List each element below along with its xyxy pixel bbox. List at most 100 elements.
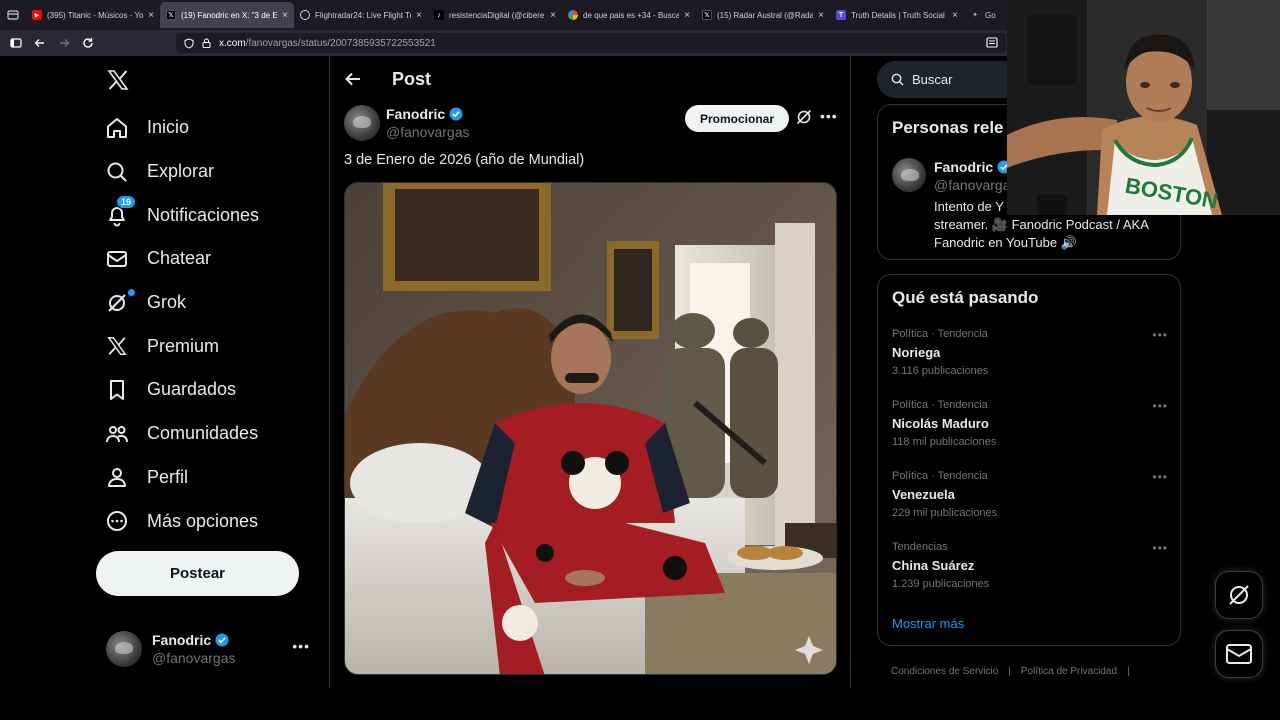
sidebar-item-chatear[interactable]: Chatear — [104, 237, 259, 281]
sidebar-item-mas-opciones[interactable]: Más opciones — [104, 499, 259, 543]
x-logo-icon[interactable] — [106, 68, 132, 94]
page-title: Post — [392, 68, 432, 89]
notification-count-badge: 19 — [116, 195, 137, 210]
grok-fab-button[interactable] — [1215, 571, 1263, 619]
tab-title: (395) Titanic - Músicos - Yo — [47, 10, 144, 20]
close-tab-icon[interactable]: × — [282, 10, 288, 21]
browser-tab[interactable]: T Truth Details | Truth Social × — [830, 2, 964, 28]
search-input[interactable]: Buscar — [877, 61, 1027, 98]
trend-meta: Política · Tendencia — [892, 399, 988, 411]
gemini-icon: ✦ — [972, 12, 978, 19]
panel-title: Personas rele — [892, 118, 1004, 137]
close-tab-icon[interactable]: × — [818, 10, 824, 21]
trend-meta: Política · Tendencia — [892, 470, 988, 482]
tab-strip: ▶ (395) Titanic - Músicos - Yo × 𝕏 (19) Fano… — [26, 0, 1004, 30]
sidebar-item-notificaciones[interactable]: 19 Notificaciones — [104, 193, 259, 237]
post-header: Post — [330, 56, 850, 102]
avatar[interactable] — [344, 105, 380, 141]
lock-icon — [202, 38, 211, 48]
avatar[interactable] — [892, 158, 926, 192]
trend-name: Nicolás Maduro — [892, 416, 989, 431]
sidebar-item-guardados[interactable]: Guardados — [104, 368, 259, 412]
browser-tab[interactable]: ♪ resistenciaDigital (@cibere × — [428, 2, 562, 28]
tab-title: resistenciaDigital (@cibere — [449, 10, 545, 20]
more-dots-icon[interactable]: ••• — [292, 638, 310, 654]
sidebar-item-grok[interactable]: Grok — [104, 281, 259, 325]
sidebar-item-label: Explorar — [147, 161, 215, 182]
trend-count: 1.239 publicaciones — [892, 578, 990, 590]
back-arrow-icon[interactable] — [344, 70, 370, 88]
promote-button[interactable]: Promocionar — [685, 105, 789, 132]
sidebar-item-label: Perfil — [147, 466, 189, 487]
trend-item[interactable]: Política · Tendencia Venezuela 229 mil p… — [892, 470, 1168, 530]
sidebar-item-label: Grok — [147, 292, 187, 313]
sidebar-item-explorar[interactable]: Explorar — [104, 150, 259, 194]
post-button[interactable]: Postear — [96, 551, 299, 596]
browser-tab[interactable]: Flightradar24: Live Flight Tr × — [294, 2, 428, 28]
footer-links: Condiciones de Servicio | Política de Pr… — [891, 666, 1130, 677]
trends-panel: Qué está pasando Política · Tendencia No… — [877, 274, 1181, 646]
grok-status-dot — [128, 288, 135, 296]
sidebar-item-premium[interactable]: Premium — [104, 324, 259, 368]
mail-icon — [104, 246, 130, 272]
person-icon — [104, 464, 130, 490]
address-bar[interactable]: x.com/fanovargas/status/2007385935722553… — [176, 33, 1006, 53]
verified-badge-icon — [449, 107, 463, 121]
sidebar-item-label: Chatear — [147, 248, 212, 269]
more-dots-icon[interactable]: ••• — [1152, 541, 1168, 555]
browser-tab[interactable]: 𝕏 (19) Fanodric en X: "3 de En × — [160, 2, 294, 28]
verified-badge-icon — [215, 633, 229, 647]
author-name[interactable]: Fanodric — [386, 106, 445, 122]
messages-fab-button[interactable] — [1215, 630, 1263, 678]
tab-title: de que pais es +34 - Buscar — [583, 10, 680, 20]
footer-link-privacy[interactable]: Política de Privacidad — [1021, 666, 1117, 677]
account-switcher[interactable]: Fanodric @fanovargas ••• — [106, 630, 316, 668]
more-dots-icon[interactable]: ••• — [1152, 328, 1168, 342]
trend-item[interactable]: Política · Tendencia Noriega 3.116 publi… — [892, 328, 1168, 388]
relevant-user-name[interactable]: Fanodric — [934, 159, 993, 175]
trend-meta: Tendencias — [892, 541, 948, 553]
tab-title: Truth Details | Truth Social — [851, 10, 945, 20]
tab-title: (15) Radar Austral (@Radar — [717, 10, 814, 20]
sidebar-item-label: Inicio — [147, 117, 190, 138]
more-dots-icon[interactable]: ••• — [1152, 399, 1168, 413]
url-path: /fanovargas/status/2007385935722553521 — [245, 37, 436, 49]
search-placeholder: Buscar — [912, 72, 953, 87]
more-dots-icon[interactable]: ••• — [1152, 470, 1168, 484]
browser-tab[interactable]: 𝕏 (15) Radar Austral (@Radar × — [696, 2, 830, 28]
post-image[interactable] — [344, 182, 837, 675]
sidebar-item-label: Guardados — [147, 379, 237, 400]
footer-link-terms[interactable]: Condiciones de Servicio — [891, 666, 998, 677]
back-arrow-icon[interactable] — [28, 31, 52, 55]
reload-icon[interactable] — [76, 31, 100, 55]
close-tab-icon[interactable]: × — [416, 10, 422, 21]
browser-tab[interactable]: de que pais es +34 - Buscar × — [562, 2, 696, 28]
trend-item[interactable]: Tendencias China Suárez 1.239 publicacio… — [892, 541, 1168, 601]
browser-tab[interactable]: ✦ Go — [964, 2, 1004, 28]
search-icon — [104, 159, 130, 185]
grok-icon[interactable] — [795, 108, 815, 128]
sidebar-toggle-icon[interactable] — [4, 31, 28, 55]
sidebar-item-perfil[interactable]: Perfil — [104, 456, 259, 500]
close-tab-icon[interactable]: × — [148, 10, 154, 21]
close-tab-icon[interactable]: × — [952, 10, 958, 21]
tiktok-icon: ♪ — [434, 10, 444, 20]
search-icon — [891, 73, 904, 86]
sidebar-item-inicio[interactable]: Inicio — [104, 106, 259, 150]
forward-arrow-icon[interactable] — [52, 31, 76, 55]
trend-item[interactable]: Política · Tendencia Nicolás Maduro 118 … — [892, 399, 1168, 459]
truth-social-icon: T — [836, 10, 846, 20]
sidebar-item-comunidades[interactable]: Comunidades — [104, 412, 259, 456]
close-tab-icon[interactable]: × — [684, 10, 690, 21]
more-dots-icon[interactable]: ••• — [820, 108, 838, 124]
show-more-link[interactable]: Mostrar más — [892, 616, 964, 631]
author-handle[interactable]: @fanovargas — [386, 124, 469, 140]
close-tab-icon[interactable]: × — [550, 10, 556, 21]
reader-view-icon[interactable] — [986, 37, 998, 51]
tab-list-icon[interactable] — [0, 0, 26, 30]
x-icon — [104, 333, 130, 359]
x-icon: 𝕏 — [166, 10, 176, 20]
panel-title: Qué está pasando — [892, 288, 1039, 307]
avatar — [106, 631, 142, 667]
browser-tab[interactable]: ▶ (395) Titanic - Músicos - Yo × — [26, 2, 160, 28]
